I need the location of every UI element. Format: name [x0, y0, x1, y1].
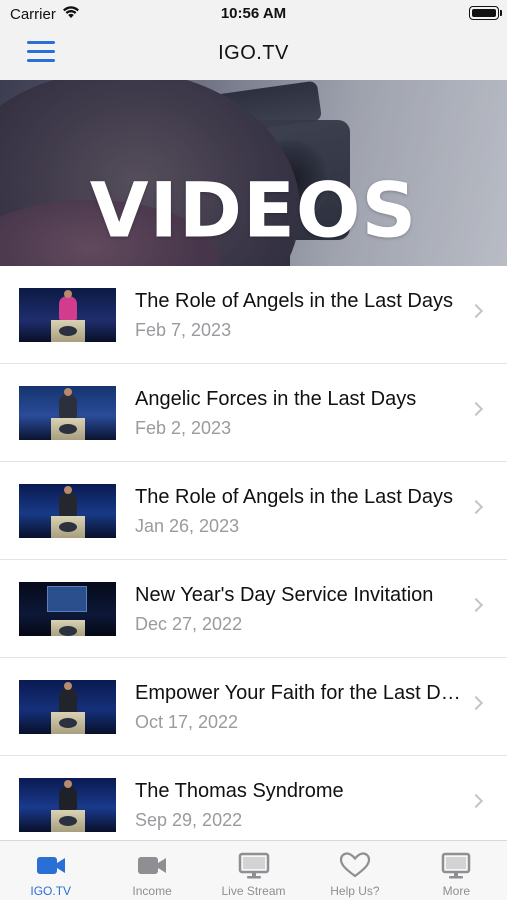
video-list-item[interactable]: Angelic Forces in the Last Days Feb 2, 2… [0, 364, 507, 462]
monitor-icon [442, 852, 471, 879]
video-list-item[interactable]: Empower Your Faith for the Last Days Oct… [0, 658, 507, 756]
video-title: The Thomas Syndrome [135, 780, 344, 802]
tab-igo-tv[interactable]: IGO.TV [0, 841, 101, 900]
video-date: Jan 26, 2023 [135, 516, 240, 536]
video-list: The Role of Angels in the Last Days Feb … [0, 266, 507, 840]
video-list-item[interactable]: The Thomas Syndrome Sep 29, 2022 [0, 756, 507, 840]
tab-label: Income [132, 884, 172, 898]
monitor-icon [238, 852, 269, 879]
battery-icon [469, 6, 502, 20]
video-date: Sep 29, 2022 [135, 810, 243, 830]
video-title: The Role of Angels in the Last Days [135, 486, 453, 508]
chevron-right-icon [468, 793, 484, 809]
tab-label: IGO.TV [30, 884, 72, 898]
clock: 10:56 AM [220, 5, 287, 22]
video-thumbnail [19, 778, 116, 832]
chevron-right-icon [468, 401, 484, 417]
video-list-item[interactable]: The Role of Angels in the Last Days Feb … [0, 266, 507, 364]
video-title: New Year's Day Service Invitation [135, 584, 434, 606]
nav-bar: IGO.TV [0, 28, 507, 80]
video-thumbnail [19, 582, 116, 636]
chevron-right-icon [468, 303, 484, 319]
video-date: Feb 2, 2023 [135, 418, 232, 438]
video-title: Empower Your Faith for the Last Days [135, 682, 465, 704]
video-list-item[interactable]: New Year's Day Service Invitation Dec 27… [0, 560, 507, 658]
tab-help-us[interactable]: Help Us? [304, 841, 405, 900]
tab-label: More [442, 884, 470, 898]
hero-banner: VIDEOS [0, 80, 507, 266]
tab-income[interactable]: Income [101, 841, 202, 900]
page-title: IGO.TV [218, 42, 289, 64]
tab-label: Live Stream [221, 884, 286, 898]
video-camera-icon [36, 857, 65, 874]
video-thumbnail [19, 386, 116, 440]
video-title: The Role of Angels in the Last Days [135, 290, 453, 312]
video-title: Angelic Forces in the Last Days [135, 388, 417, 410]
video-date: Oct 17, 2022 [135, 712, 239, 732]
chevron-right-icon [468, 597, 484, 613]
tab-more[interactable]: More [406, 841, 507, 900]
tab-live-stream[interactable]: Live Stream [203, 841, 304, 900]
hero-title: VIDEOS [89, 165, 418, 255]
video-date: Feb 7, 2023 [135, 320, 232, 340]
heart-icon [339, 852, 371, 878]
status-bar: Carrier 10:56 AM [0, 0, 507, 28]
video-list-item[interactable]: The Role of Angels in the Last Days Jan … [0, 462, 507, 560]
video-camera-icon [138, 857, 167, 874]
chevron-right-icon [468, 499, 484, 515]
tab-label: Help Us? [330, 884, 380, 898]
chevron-right-icon [468, 695, 484, 711]
video-date: Dec 27, 2022 [135, 614, 243, 634]
tab-bar: IGO.TV Income Live Stream Help Us? More [0, 840, 507, 900]
video-thumbnail [19, 484, 116, 538]
video-thumbnail [19, 288, 116, 342]
video-thumbnail [19, 680, 116, 734]
